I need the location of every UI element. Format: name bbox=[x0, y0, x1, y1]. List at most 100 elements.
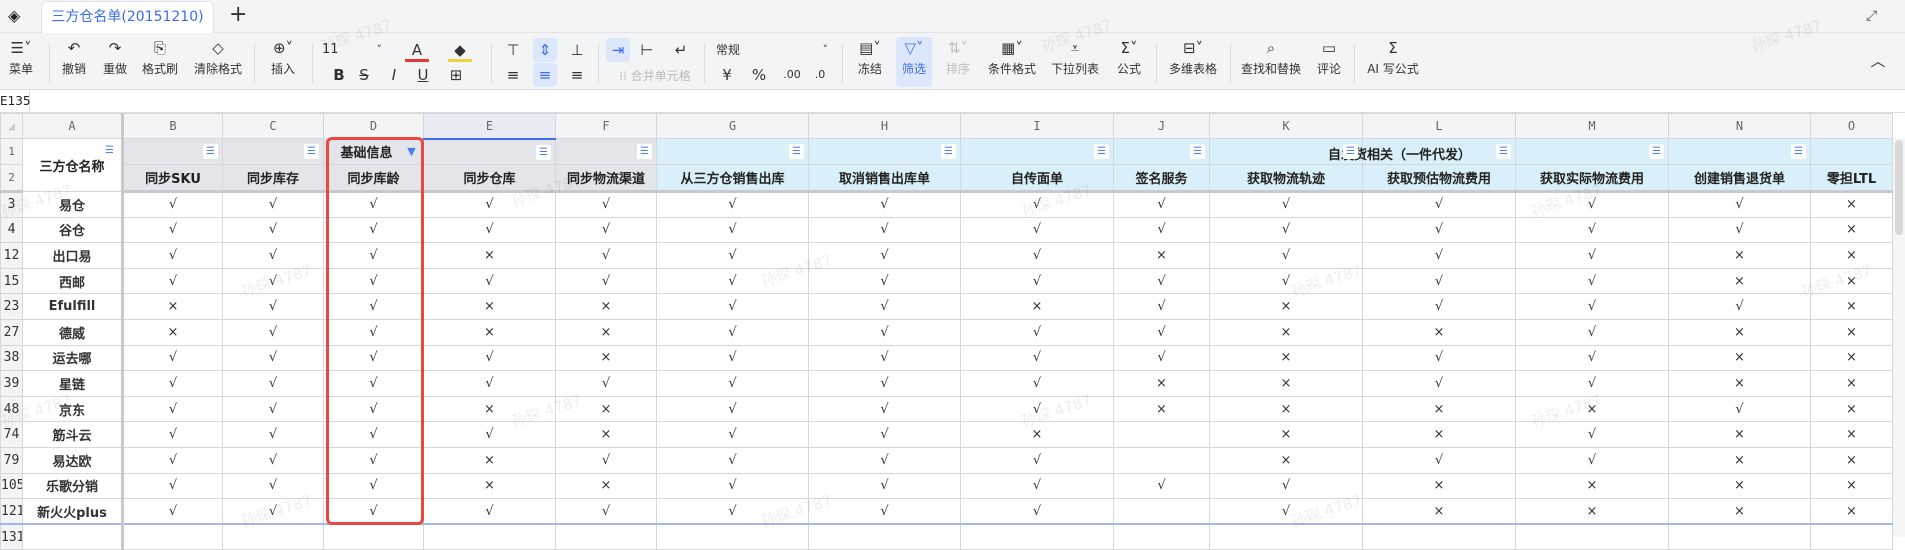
cell-supported[interactable]: √ bbox=[122, 421, 223, 448]
cell-unsupported[interactable]: × bbox=[1209, 344, 1363, 372]
cell-supported[interactable]: √ bbox=[222, 395, 324, 423]
group-header-cell[interactable]: ☰ bbox=[555, 138, 657, 165]
cell-unsupported[interactable]: × bbox=[1209, 395, 1363, 423]
cell-supported[interactable]: √ bbox=[808, 395, 961, 423]
cell-unsupported[interactable]: × bbox=[423, 293, 556, 320]
cell-unsupported[interactable]: × bbox=[1810, 216, 1893, 244]
cell-supported[interactable]: √ bbox=[656, 370, 809, 397]
cell-unsupported[interactable]: × bbox=[423, 318, 556, 346]
empty-cell[interactable] bbox=[423, 523, 556, 550]
cell-supported[interactable]: √ bbox=[656, 267, 809, 295]
dropdown-list-button[interactable]: ⩡ 下拉列表 bbox=[1048, 38, 1102, 77]
cell-unsupported[interactable]: × bbox=[1810, 344, 1893, 372]
warehouse-name-cell[interactable]: 京东 bbox=[22, 395, 124, 423]
row-header[interactable]: 1 bbox=[0, 138, 23, 165]
filter-icon[interactable]: ☰ bbox=[1094, 144, 1109, 159]
cell-supported[interactable]: √ bbox=[323, 344, 424, 372]
cell-supported[interactable]: √ bbox=[323, 446, 424, 474]
cell-supported[interactable]: √ bbox=[222, 318, 324, 346]
cell-supported[interactable]: √ bbox=[1668, 191, 1811, 218]
cell-unsupported[interactable]: × bbox=[122, 293, 223, 320]
row-header[interactable]: 4 bbox=[0, 216, 23, 244]
number-format-select[interactable]: 常规 ˅ bbox=[716, 38, 828, 62]
cell-unsupported[interactable]: × bbox=[1668, 472, 1811, 500]
cell-supported[interactable]: √ bbox=[555, 216, 657, 244]
cell-supported[interactable]: √ bbox=[1362, 446, 1516, 474]
redo-button[interactable]: ↷ 重做 bbox=[99, 38, 131, 77]
warehouse-name-cell[interactable]: 运去哪 bbox=[22, 344, 124, 372]
cell-unsupported[interactable]: × bbox=[423, 242, 556, 269]
filter-icon[interactable]: ☰ bbox=[941, 144, 956, 159]
freeze-button[interactable]: ▤˅ 冻结 bbox=[852, 38, 888, 77]
column-header-e[interactable]: E bbox=[423, 113, 556, 140]
cell-supported[interactable]: √ bbox=[1113, 267, 1210, 295]
cell-supported[interactable]: √ bbox=[1362, 370, 1516, 397]
cell-supported[interactable]: √ bbox=[1113, 216, 1210, 244]
cell-supported[interactable]: √ bbox=[808, 216, 961, 244]
find-replace-button[interactable]: ⌕ 查找和替换 bbox=[1238, 38, 1304, 77]
cell-unsupported[interactable]: × bbox=[423, 472, 556, 500]
cell-supported[interactable]: √ bbox=[1362, 344, 1516, 372]
cell-supported[interactable]: √ bbox=[960, 242, 1114, 269]
cell-supported[interactable]: √ bbox=[323, 498, 424, 526]
cell-supported[interactable]: √ bbox=[960, 318, 1114, 346]
sort-button[interactable]: ⇅˅ 排序 bbox=[940, 38, 976, 77]
warehouse-name-cell[interactable]: 乐歌分销 bbox=[22, 472, 124, 500]
group-header-cell[interactable] bbox=[1810, 138, 1893, 165]
empty-cell[interactable] bbox=[1113, 523, 1210, 550]
cell-supported[interactable]: √ bbox=[122, 242, 223, 269]
empty-cell[interactable] bbox=[1362, 523, 1516, 550]
warehouse-name-cell[interactable]: 筋斗云 bbox=[22, 421, 124, 448]
cell-supported[interactable]: √ bbox=[1362, 216, 1516, 244]
row-header[interactable]: 79 bbox=[0, 446, 23, 474]
cell-unsupported[interactable]: × bbox=[1668, 344, 1811, 372]
field-header[interactable]: 获取物流轨迹 bbox=[1209, 164, 1363, 193]
cell-unsupported[interactable]: × bbox=[1810, 395, 1893, 423]
cell-supported[interactable]: √ bbox=[1113, 472, 1210, 500]
warehouse-name-cell[interactable]: 新火火plus bbox=[22, 498, 124, 526]
align-bottom-button[interactable]: ⊥ bbox=[565, 38, 589, 62]
ai-formula-button[interactable]: Σ AI 写公式 bbox=[1362, 38, 1424, 77]
row-header[interactable]: 3 bbox=[0, 191, 23, 218]
filter-icon[interactable]: ☰ bbox=[1791, 144, 1806, 159]
cell-supported[interactable]: √ bbox=[555, 242, 657, 269]
column-header-o[interactable]: O bbox=[1810, 113, 1893, 139]
field-header[interactable]: 同步库存 bbox=[222, 164, 324, 193]
cell-unsupported[interactable]: × bbox=[1209, 293, 1363, 320]
row-header[interactable]: 38 bbox=[0, 344, 23, 372]
cell-supported[interactable]: √ bbox=[1515, 191, 1669, 218]
cell-supported[interactable]: √ bbox=[1209, 472, 1363, 500]
cell-supported[interactable]: √ bbox=[808, 472, 961, 500]
cell-supported[interactable]: √ bbox=[122, 267, 223, 295]
cell-unsupported[interactable]: × bbox=[423, 446, 556, 474]
cell-supported[interactable]: √ bbox=[656, 421, 809, 448]
column-header-k[interactable]: K bbox=[1209, 113, 1363, 139]
warehouse-name-cell[interactable]: 德威 bbox=[22, 318, 124, 346]
border-button[interactable]: ⊞ bbox=[444, 63, 468, 87]
cell-supported[interactable]: √ bbox=[1515, 293, 1669, 320]
cell-unsupported[interactable]: × bbox=[1668, 318, 1811, 346]
cell-supported[interactable]: √ bbox=[423, 421, 556, 448]
empty-cell[interactable] bbox=[22, 523, 124, 550]
cell-supported[interactable]: √ bbox=[1515, 344, 1669, 372]
column-header-a[interactable]: A bbox=[22, 113, 124, 139]
cell-supported[interactable]: √ bbox=[808, 242, 961, 269]
cell-unsupported[interactable]: × bbox=[555, 344, 657, 372]
cell-supported[interactable]: √ bbox=[1362, 267, 1516, 295]
empty-cell[interactable] bbox=[1668, 523, 1811, 550]
filter-icon[interactable]: ☰ bbox=[102, 143, 117, 158]
cell-supported[interactable]: √ bbox=[222, 344, 324, 372]
row-header[interactable]: 15 bbox=[0, 267, 23, 295]
filter-icon[interactable]: ☰ bbox=[1649, 144, 1664, 159]
align-left-button[interactable]: ≡ bbox=[501, 63, 525, 87]
add-sheet-button[interactable]: + bbox=[229, 2, 247, 27]
cell-supported[interactable]: √ bbox=[808, 370, 961, 397]
cell-supported[interactable]: √ bbox=[1668, 395, 1811, 423]
cell-supported[interactable]: √ bbox=[808, 191, 961, 218]
cell-supported[interactable]: √ bbox=[960, 191, 1114, 218]
row-header[interactable]: 48 bbox=[0, 395, 23, 423]
field-header[interactable]: 同步仓库 bbox=[423, 164, 556, 193]
group-header-cell[interactable]: 基础信息 ▼ bbox=[323, 138, 424, 165]
insert-button[interactable]: ⊕˅ 插入 bbox=[264, 38, 302, 77]
cell-supported[interactable]: √ bbox=[555, 267, 657, 295]
